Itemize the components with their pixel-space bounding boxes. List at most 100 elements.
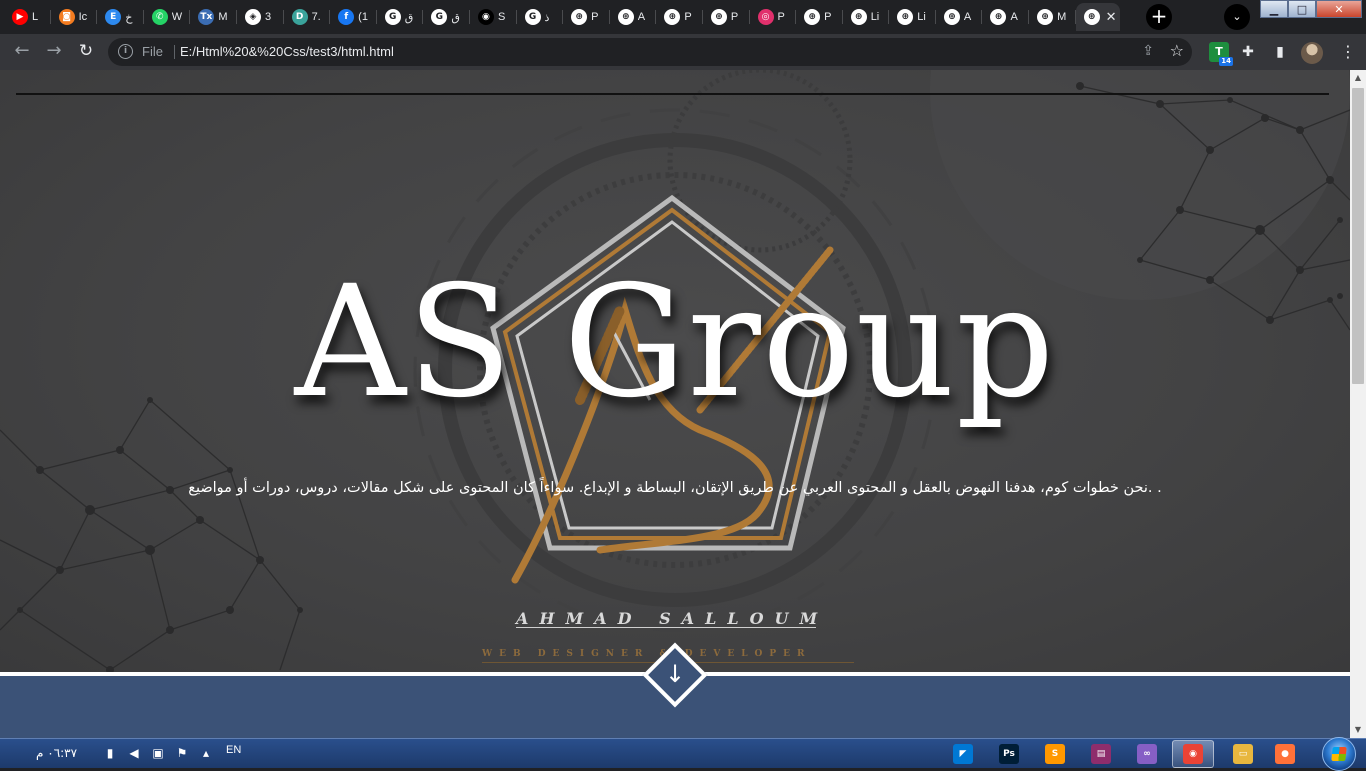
firefox-icon: ● (1275, 744, 1295, 764)
tab-title: Li (917, 11, 926, 23)
tab-title: P (777, 11, 785, 23)
volume-icon[interactable]: ◀ (126, 745, 142, 761)
vscode-icon: ◤ (953, 744, 973, 764)
show-hidden-icons[interactable]: ▴ (198, 745, 214, 761)
url-text[interactable]: E:/Html%20&%20Css/test3/html.html (180, 44, 394, 59)
profile-avatar[interactable] (1301, 42, 1323, 64)
close-window-button[interactable]: ✕ (1316, 0, 1362, 18)
back-button[interactable]: ← (10, 40, 34, 64)
network-icon[interactable]: ▮ (102, 745, 118, 761)
tab-title: Li (870, 11, 880, 23)
browser-tab[interactable]: ◎ P (750, 3, 797, 31)
extension-t-icon[interactable]: T 14 (1209, 42, 1233, 66)
close-tab-icon[interactable]: ✕ (1106, 10, 1117, 25)
browser-tab[interactable]: ◈ 3 (237, 3, 284, 31)
browser-tab[interactable]: ⊕ P (563, 3, 610, 31)
instagram-icon: ◎ (757, 9, 774, 25)
globe-icon: ⊕ (850, 9, 867, 25)
browser-tab[interactable]: f (1 (330, 3, 377, 31)
start-button[interactable] (1322, 737, 1356, 771)
share-icon[interactable]: ⇪ (1142, 43, 1154, 59)
d-letter-icon: D (291, 9, 308, 25)
new-tab-button[interactable]: + (1146, 4, 1172, 30)
google-icon: G (384, 9, 401, 25)
tab-search-button[interactable]: ⌄ (1224, 4, 1250, 30)
chrome-icon: ◉ (1183, 744, 1203, 764)
active-browser-tab[interactable]: ⊕ ✕ (1075, 3, 1120, 31)
browser-tab[interactable]: ◉ S (470, 3, 517, 31)
arrow-down-icon[interactable]: ↓ (652, 652, 698, 698)
browser-tab[interactable]: ◙ Ic (51, 3, 98, 31)
tab-strip: ▶ L ◙ Ic E خ ✆ W Tx M ◈ 3 D 7. f (1 G ق G ق ◉ S G ذ ⊕ P ⊕ A ⊕ P ⊕ P ◎ P ⊕ P… (0, 0, 1366, 34)
globe-icon: ⊕ (710, 9, 727, 25)
browser-toolbar: ← → ↻ i File E:/Html%20&%20Css/test3/htm… (0, 34, 1366, 70)
tab-title: Ic (78, 11, 88, 23)
taskbar-app-winrar[interactable]: ▤ (1080, 740, 1122, 768)
tab-title: ذ (544, 11, 550, 24)
browser-tab[interactable]: ⊕ A (610, 3, 657, 31)
browser-tab[interactable]: Gق (377, 3, 424, 31)
browser-tab[interactable]: ⊕ M (1029, 3, 1076, 31)
codepen-icon: ◈ (244, 9, 261, 25)
side-panel-icon[interactable]: ▮ (1270, 42, 1290, 62)
browser-tab[interactable]: Gذ (517, 3, 564, 31)
scroll-up-arrow-icon[interactable]: ▲ (1350, 70, 1366, 86)
site-info-icon[interactable]: i (118, 44, 133, 59)
browser-tab[interactable]: ⊕ P (796, 3, 843, 31)
window-controls: ▁ □ ✕ (1260, 0, 1362, 18)
scheme-label: File (142, 44, 163, 59)
browser-tab[interactable]: Eخ (97, 3, 144, 31)
taskbar-app-sublime[interactable]: S (1034, 740, 1076, 768)
page-scrollbar[interactable]: ▲ ▼ (1350, 70, 1366, 738)
tab-title: 3 (264, 11, 272, 23)
browser-tab[interactable]: Gق (423, 3, 470, 31)
browser-tab[interactable]: D 7. (284, 3, 331, 31)
scroll-down-arrow-icon[interactable]: ▼ (1350, 722, 1366, 738)
bookmark-star-icon[interactable]: ☆ (1170, 41, 1184, 60)
taskbar-app-visual-studio[interactable]: ∞ (1126, 740, 1168, 768)
taskbar-app-chrome[interactable]: ◉ (1172, 740, 1214, 768)
action-center-icon[interactable]: ⚑ (174, 745, 190, 761)
tab-title: P (824, 11, 832, 23)
address-bar[interactable]: i File E:/Html%20&%20Css/test3/html.html… (108, 38, 1192, 66)
tab-title: (1 (358, 11, 368, 23)
browser-tab[interactable]: Tx M (190, 3, 237, 31)
github-icon: ◉ (477, 9, 494, 25)
tab-title: P (730, 11, 739, 23)
address-separator (174, 45, 175, 59)
browser-tab[interactable]: ⊕ Li (889, 3, 936, 31)
hero-top-rule (16, 93, 1329, 95)
extensions-puzzle-icon[interactable]: ✚ (1238, 42, 1258, 62)
browser-tab[interactable]: ⊕ P (703, 3, 750, 31)
hero-title: AS Group (294, 253, 1056, 432)
winrar-icon: ▤ (1091, 744, 1111, 764)
browser-tab[interactable]: ⊕ A (982, 3, 1029, 31)
browser-tab[interactable]: ✆ W (144, 3, 191, 31)
maximize-button[interactable]: □ (1288, 0, 1316, 18)
taskbar-app-firefox[interactable]: ● (1264, 740, 1306, 768)
tab-title: P (591, 11, 599, 23)
browser-tab[interactable]: ⊕ P (656, 3, 703, 31)
tab-title: W (171, 11, 183, 23)
reload-button[interactable]: ↻ (74, 40, 98, 64)
tab-title: S (497, 11, 506, 23)
tray-clock[interactable]: ٠٦:٣٧ م (36, 746, 77, 760)
browser-tab[interactable]: ⊕ A (936, 3, 983, 31)
browser-tab[interactable]: ▶ L (4, 3, 51, 31)
windows-taskbar: ٠٦:٣٧ م ▮ ◀ ▣ ⚑ ▴ EN ◤ Ps S ▤ ∞ ◉ ▭ ● (0, 737, 1366, 771)
sublime-icon: S (1045, 744, 1065, 764)
forward-button[interactable]: → (42, 40, 66, 64)
browser-menu-icon[interactable]: ⋮ (1340, 42, 1356, 62)
tab-title: 7. (311, 11, 321, 23)
browser-tab[interactable]: ⊕ Li (843, 3, 890, 31)
language-indicator[interactable]: EN (226, 744, 241, 756)
tex-icon: Tx (198, 9, 215, 25)
page-viewport: AS Group . .نحن خطوات كوم، هدفنا النهوض … (0, 70, 1350, 738)
scrollbar-thumb[interactable] (1352, 88, 1364, 384)
device-icon[interactable]: ▣ (150, 745, 166, 761)
globe-icon: ⊕ (1037, 9, 1054, 25)
minimize-button[interactable]: ▁ (1260, 0, 1288, 18)
taskbar-app-explorer[interactable]: ▭ (1222, 740, 1264, 768)
taskbar-app-vscode[interactable]: ◤ (942, 740, 984, 768)
taskbar-app-photoshop[interactable]: Ps (988, 740, 1030, 768)
